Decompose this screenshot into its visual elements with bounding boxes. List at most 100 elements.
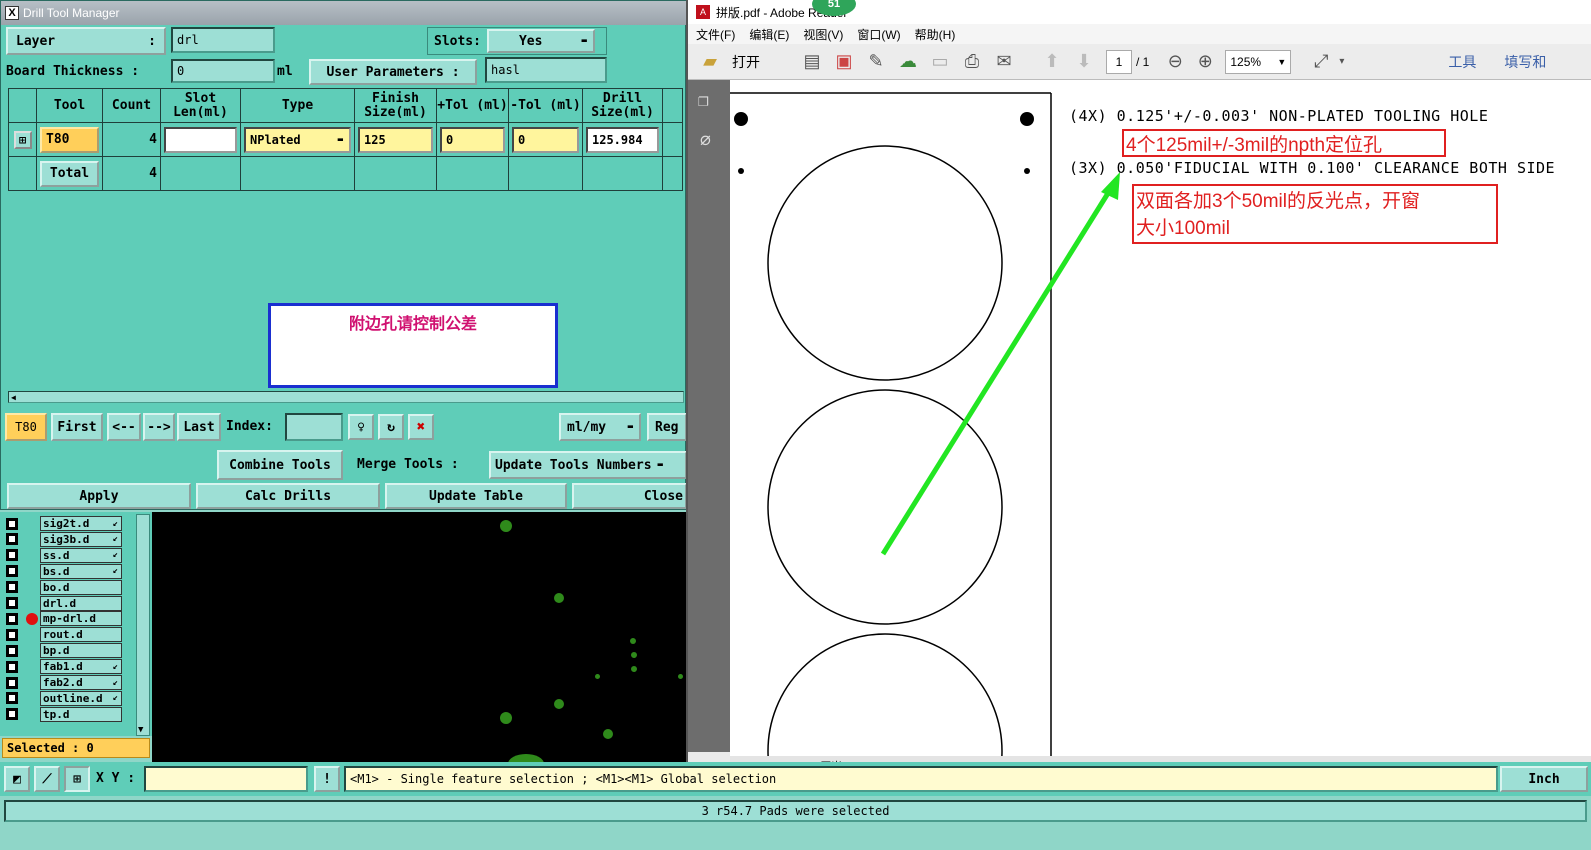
board-thickness-field[interactable]: 0 — [171, 59, 275, 83]
layer-name[interactable]: outline.d ↙ — [40, 690, 122, 706]
pad[interactable] — [631, 652, 637, 658]
update-table-button[interactable]: Update Table — [385, 483, 567, 509]
plus-tol-input[interactable]: 0 — [440, 126, 505, 153]
layer-name[interactable]: fab1.d ↙ — [40, 659, 122, 675]
email-icon[interactable]: ✉ — [992, 50, 1016, 74]
layer-name[interactable]: sig2t.d ↙ — [40, 516, 122, 531]
layer-row[interactable]: drl.d — [6, 595, 124, 611]
layer-row[interactable]: tp.d — [6, 706, 124, 722]
bulb-icon[interactable]: ♀ — [348, 414, 374, 440]
layer-checkbox[interactable] — [6, 676, 18, 689]
pad[interactable] — [595, 674, 600, 679]
slots-dropdown[interactable]: Yes ▬ — [486, 29, 595, 53]
graphic-area[interactable] — [152, 512, 686, 762]
layer-field[interactable]: drl — [171, 27, 275, 53]
pad[interactable] — [500, 520, 512, 532]
layer-row[interactable]: sig2t.d ↙ — [6, 516, 124, 531]
layer-name[interactable]: sig3b.d ↙ — [40, 531, 122, 547]
grid-select-icon[interactable]: ⊞ — [64, 766, 90, 792]
fullscreen-icon[interactable]: ⤢ — [1309, 50, 1333, 74]
combine-icon[interactable]: ▣ — [832, 50, 856, 74]
layer-name[interactable]: bp.d — [40, 643, 122, 659]
minus-tol-input[interactable]: 0 — [512, 126, 579, 153]
alert-icon[interactable]: ! — [314, 766, 340, 792]
close-icon[interactable]: X — [5, 6, 19, 20]
user-parameters-field[interactable]: hasl — [485, 57, 607, 83]
layer-row[interactable]: rout.d — [6, 627, 124, 643]
page-number-field[interactable]: 1 — [1106, 49, 1132, 74]
pad[interactable] — [500, 712, 512, 724]
layer-checkbox[interactable] — [6, 692, 18, 705]
create-pdf-icon[interactable]: ▤ — [800, 50, 824, 74]
table-row[interactable]: ⊞ T80 4 NPlated ▬ 125 0 0 125.984 — [8, 122, 683, 157]
layer-name[interactable]: fab2.d ↙ — [40, 675, 122, 690]
table-scrollbar[interactable]: ◀ — [8, 391, 684, 403]
layer-row[interactable]: bp.d — [6, 643, 124, 659]
pad[interactable] — [678, 674, 683, 679]
layer-row[interactable]: bo.d — [6, 579, 124, 595]
annotation-fiducial[interactable]: 双面各加3个50mil的反光点，开窗 大小100mil — [1132, 184, 1498, 244]
type-dropdown[interactable]: NPlated ▬ — [244, 126, 351, 153]
open-button[interactable]: 打开 — [732, 52, 760, 72]
zoom-out-icon[interactable]: ⊖ — [1163, 50, 1187, 74]
tool-cell[interactable]: T80 — [40, 126, 99, 153]
layer-name[interactable]: drl.d — [40, 595, 122, 611]
upload-icon[interactable]: ☁ — [896, 50, 920, 74]
menu-edit[interactable]: 编辑(E) — [749, 26, 789, 43]
pad[interactable] — [631, 666, 637, 672]
menu-help[interactable]: 帮助(H) — [915, 26, 956, 43]
layer-row[interactable]: ss.d ↙ — [6, 547, 124, 563]
layers-scrollbar[interactable]: ▼ — [136, 514, 150, 736]
reg-button[interactable]: Reg — [647, 413, 687, 441]
xy-field[interactable] — [144, 766, 308, 792]
layer-name[interactable]: bo.d — [40, 579, 122, 595]
attachment-icon[interactable]: ⌀ — [700, 130, 711, 151]
layer-checkbox[interactable] — [6, 628, 18, 641]
row-select-icon[interactable]: ⊞ — [13, 130, 32, 149]
layer-row[interactable]: sig3b.d ↙ — [6, 531, 124, 547]
last-button[interactable]: Last — [177, 413, 221, 441]
layer-label-button[interactable]: Layer: — [6, 27, 166, 55]
toolbar-menu-icon[interactable]: ▾ — [1339, 56, 1344, 67]
unit-dropdown[interactable]: ml/my ▬ — [559, 413, 641, 441]
layer-row[interactable]: fab2.d ↙ — [6, 675, 124, 690]
slot-len-input[interactable] — [164, 126, 237, 153]
scroll-left-icon[interactable]: ◀ — [11, 393, 16, 402]
layer-name[interactable]: tp.d — [40, 706, 122, 722]
pad[interactable] — [603, 729, 613, 739]
layer-checkbox[interactable] — [6, 517, 18, 530]
print-icon[interactable]: ⎙ — [960, 50, 984, 74]
calc-drills-button[interactable]: Calc Drills — [196, 483, 380, 509]
menu-file[interactable]: 文件(F) — [696, 26, 735, 43]
unit-inch-button[interactable]: Inch — [1500, 766, 1588, 792]
next-button[interactable]: --> — [143, 413, 175, 441]
edit-icon[interactable]: ✎ — [864, 50, 888, 74]
layer-checkbox[interactable] — [6, 660, 18, 673]
layer-row[interactable]: fab1.d ↙ — [6, 659, 124, 675]
menu-view[interactable]: 视图(V) — [803, 26, 843, 43]
update-tools-numbers-dropdown[interactable]: Update Tools Numbers ▬ — [489, 451, 687, 479]
fill-sign-link[interactable]: 填写和 — [1504, 52, 1546, 72]
annotation-npth[interactable]: 4个125mil+/-3mil的npth定位孔 — [1122, 129, 1446, 157]
snap-icon[interactable]: ⟋ — [34, 766, 60, 792]
close-button[interactable]: Close — [572, 483, 687, 509]
menu-window[interactable]: 窗口(W) — [857, 26, 900, 43]
index-field[interactable] — [285, 413, 343, 441]
apply-button[interactable]: Apply — [7, 483, 191, 509]
user-parameters-button[interactable]: User Parameters : — [309, 59, 477, 85]
page-up-icon[interactable]: ⬆ — [1040, 50, 1064, 74]
prev-button[interactable]: <-- — [107, 413, 141, 441]
layer-checkbox[interactable] — [6, 581, 18, 594]
tools-link[interactable]: 工具 — [1448, 52, 1476, 72]
pad[interactable] — [554, 699, 564, 709]
layer-checkbox[interactable] — [6, 708, 18, 721]
layer-name[interactable]: ss.d ↙ — [40, 547, 122, 563]
zoom-in-icon[interactable]: ⊕ — [1193, 50, 1217, 74]
layer-name[interactable]: mp-drl.d — [40, 611, 122, 627]
folder-open-icon[interactable]: ▰ — [698, 50, 722, 74]
layer-name[interactable]: rout.d — [40, 627, 122, 643]
layer-checkbox[interactable] — [6, 597, 18, 609]
total-button[interactable]: Total — [40, 160, 99, 187]
finish-size-input[interactable]: 125 — [358, 126, 433, 153]
scroll-down-icon[interactable]: ▼ — [138, 725, 143, 735]
